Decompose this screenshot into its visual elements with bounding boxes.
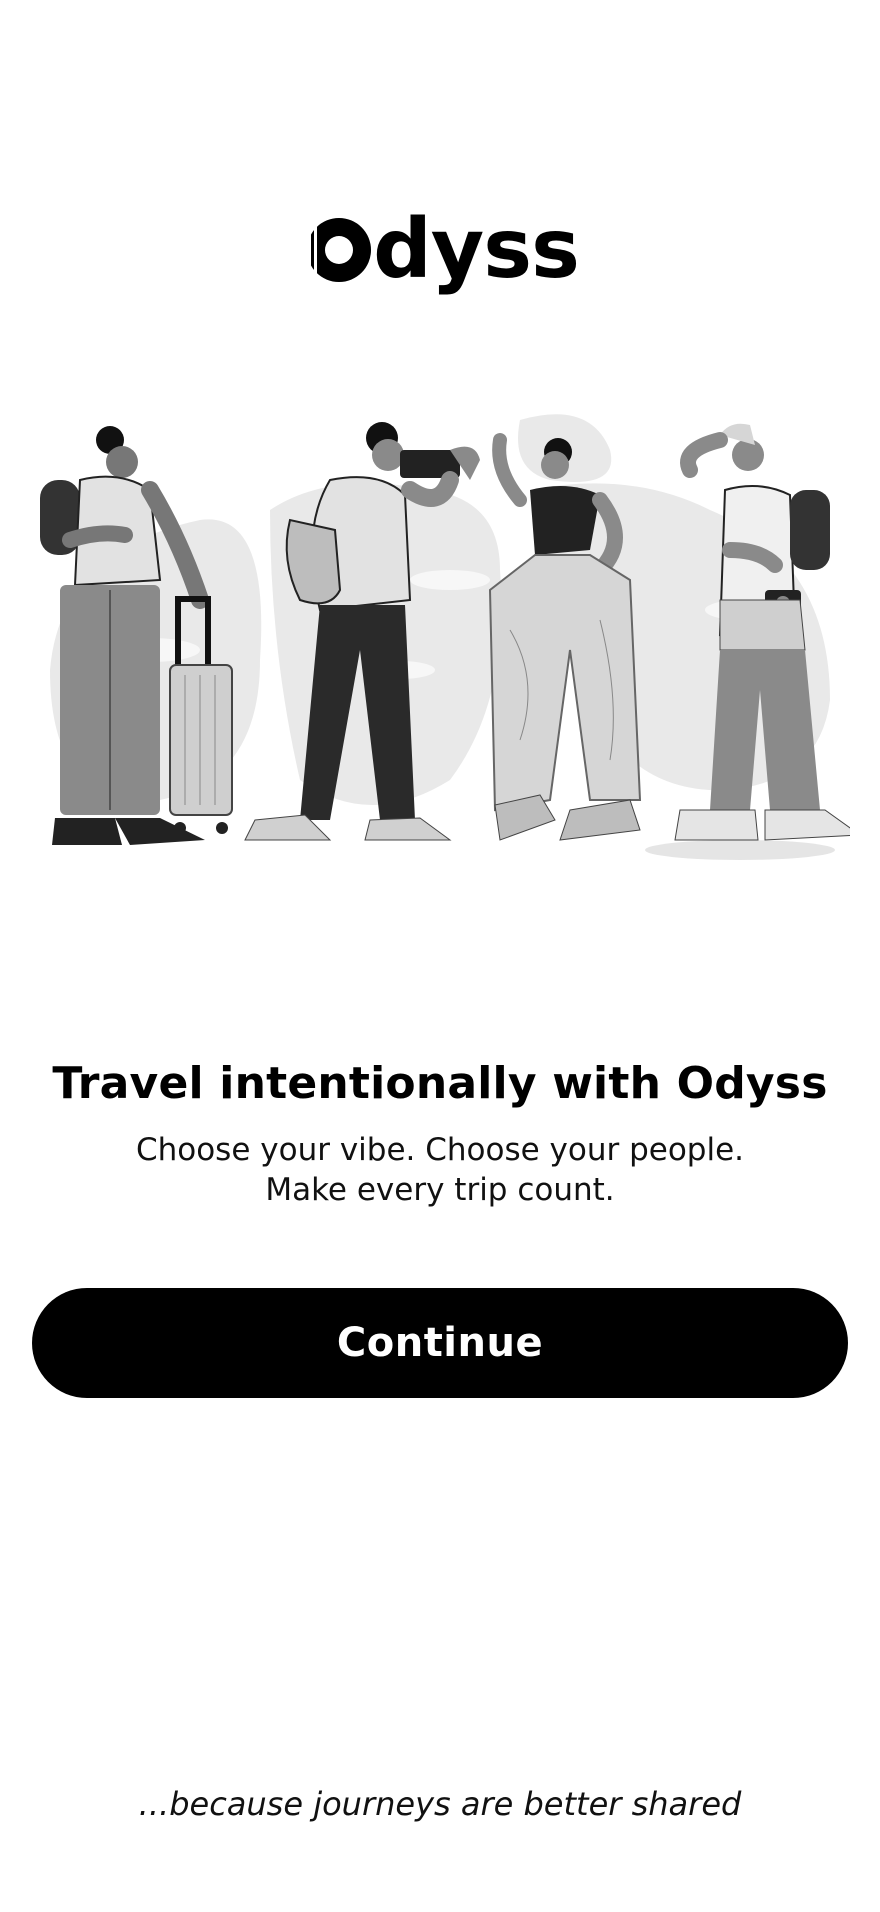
headline-prefix: Travel intentionally with [52,1058,677,1109]
footer-tagline: ...because journeys are better shared [138,1785,742,1823]
logo-wordmark: dyss [373,202,580,297]
odyss-logo-icon [307,218,372,282]
subtitle-line-1: Choose your vibe. Choose your people. [135,1132,745,1168]
travelers-illustration [40,414,850,860]
app-logo: dyss [0,200,880,300]
headline: Travel intentionally with Odyss [0,1058,880,1109]
continue-button[interactable]: Continue [32,1288,848,1398]
subtitle-line-2: Make every trip count. [265,1172,615,1208]
subtitle: Choose your vibe. Choose your people. Ma… [0,1130,880,1210]
headline-brand: Odyss [676,1058,828,1109]
